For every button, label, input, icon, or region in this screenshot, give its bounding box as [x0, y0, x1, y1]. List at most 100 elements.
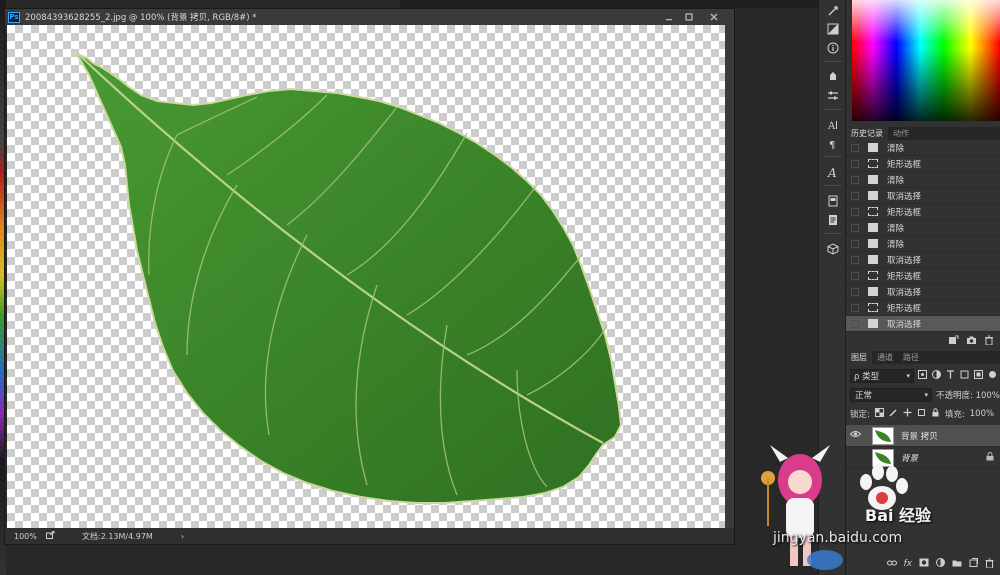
- zoom-level[interactable]: 100%: [14, 532, 42, 541]
- marquee-icon: [868, 271, 878, 280]
- history-item[interactable]: 矩形选框: [846, 204, 1000, 220]
- layer-comps-icon[interactable]: [823, 192, 843, 210]
- history-item[interactable]: 矩形选框: [846, 300, 1000, 316]
- history-item-label: 取消选择: [887, 287, 922, 298]
- color-spectrum[interactable]: [852, 0, 1000, 121]
- shape-filter-icon[interactable]: [960, 370, 969, 382]
- document-window: Ps 20084393628255_2.jpg @ 100% (背景 拷贝, R…: [4, 8, 735, 545]
- lock-position-icon[interactable]: [903, 408, 912, 420]
- layer-filter-label: ρ 类型: [854, 372, 880, 382]
- tool-divider: [824, 156, 842, 157]
- history-checkbox[interactable]: [851, 159, 859, 168]
- document-icon: [868, 223, 878, 232]
- history-checkbox[interactable]: [851, 319, 859, 328]
- tool-divider: [824, 185, 842, 186]
- layers-panel-tabs: 图层 通道 路径: [846, 351, 1000, 364]
- tab-paths[interactable]: 路径: [898, 351, 924, 364]
- paragraph-icon[interactable]: ¶: [823, 135, 843, 153]
- opacity-value[interactable]: 100%: [976, 391, 1000, 401]
- type-filter-icon[interactable]: [946, 370, 955, 382]
- history-checkbox[interactable]: [851, 143, 859, 152]
- share-icon[interactable]: [46, 531, 58, 541]
- close-icon[interactable]: [705, 9, 723, 25]
- document-icon: [868, 255, 878, 264]
- properties-icon[interactable]: [823, 87, 843, 105]
- history-item-label: 清除: [887, 175, 905, 186]
- history-item[interactable]: 取消选择: [846, 188, 1000, 204]
- lock-artboard-icon[interactable]: [917, 408, 926, 420]
- history-checkbox[interactable]: [851, 175, 859, 184]
- adjustments-icon[interactable]: [823, 20, 843, 38]
- history-checkbox[interactable]: [851, 239, 859, 248]
- document-size: 文档:2.13M/4.97M: [82, 531, 153, 541]
- layer-filter-dropdown[interactable]: ρ 类型 ▾: [850, 369, 914, 383]
- history-item-label: 取消选择: [887, 255, 922, 266]
- history-item[interactable]: 取消选择: [846, 284, 1000, 300]
- tool-divider: [824, 61, 842, 62]
- history-item[interactable]: 清除: [846, 220, 1000, 236]
- pixel-filter-icon[interactable]: [918, 370, 927, 382]
- lock-all-icon[interactable]: [931, 408, 940, 420]
- opacity-control[interactable]: 不透明度: 100%: [936, 389, 1000, 401]
- history-checkbox[interactable]: [851, 207, 859, 216]
- fill-value[interactable]: 100%: [970, 409, 994, 419]
- tab-actions[interactable]: 动作: [888, 127, 914, 140]
- document-icon: [868, 175, 878, 184]
- blend-mode-dropdown[interactable]: 正常 ▾: [850, 388, 932, 402]
- image-canvas[interactable]: [7, 25, 726, 539]
- notes-icon[interactable]: [823, 211, 843, 229]
- trash-icon[interactable]: [984, 335, 994, 348]
- tab-history[interactable]: 历史记录: [846, 127, 888, 140]
- history-item-label: 取消选择: [887, 191, 922, 202]
- tab-channels[interactable]: 通道: [872, 351, 898, 364]
- history-checkbox[interactable]: [851, 255, 859, 264]
- tool-divider: [824, 233, 842, 234]
- svg-text:A: A: [827, 121, 836, 131]
- leaf-shape: [72, 48, 623, 504]
- marquee-icon: [868, 207, 878, 216]
- history-item[interactable]: 矩形选框: [846, 268, 1000, 284]
- history-checkbox[interactable]: [851, 287, 859, 296]
- status-bar: 100% 文档:2.13M/4.97M ›: [5, 528, 734, 544]
- svg-text:¶: ¶: [829, 140, 835, 150]
- history-item-label: 矩形选框: [887, 303, 922, 314]
- svg-text:A: A: [827, 166, 837, 178]
- history-item[interactable]: 清除: [846, 172, 1000, 188]
- lock-transparent-icon[interactable]: [874, 408, 884, 420]
- history-item-label: 取消选择: [887, 319, 922, 330]
- marquee-icon: [868, 159, 878, 168]
- history-item[interactable]: 清除: [846, 140, 1000, 156]
- smart-object-filter-icon[interactable]: [974, 370, 983, 382]
- brush-presets-icon[interactable]: [823, 66, 843, 84]
- baidu-jingyan-watermark: Bai 经验 jingyan.baidu.com: [740, 440, 1000, 575]
- canvas-scrollbar[interactable]: [725, 25, 734, 539]
- history-item-label: 矩形选框: [887, 159, 922, 170]
- document-icon: [868, 239, 878, 248]
- glyphs-icon[interactable]: A: [823, 163, 843, 181]
- maximize-icon[interactable]: [680, 9, 698, 25]
- history-brush-icon[interactable]: [823, 2, 843, 20]
- mascot-character-icon: [761, 445, 843, 570]
- status-menu-arrow[interactable]: ›: [181, 532, 184, 541]
- new-document-from-state-icon[interactable]: [948, 335, 959, 348]
- adjustment-filter-icon[interactable]: [932, 370, 941, 382]
- history-item-selected[interactable]: 取消选择: [846, 316, 1000, 332]
- history-checkbox[interactable]: [851, 191, 859, 200]
- history-item[interactable]: 清除: [846, 236, 1000, 252]
- camera-icon[interactable]: [966, 335, 977, 348]
- character-icon[interactable]: A: [823, 116, 843, 134]
- 3d-cube-icon[interactable]: [823, 240, 843, 258]
- info-icon[interactable]: [823, 39, 843, 57]
- history-item[interactable]: 矩形选框: [846, 156, 1000, 172]
- history-checkbox[interactable]: [851, 271, 859, 280]
- chevron-down-icon: ▾: [924, 391, 928, 399]
- filter-toggle-icon[interactable]: [988, 370, 997, 382]
- document-title-bar[interactable]: Ps 20084393628255_2.jpg @ 100% (背景 拷贝, R…: [5, 9, 734, 25]
- history-checkbox[interactable]: [851, 223, 859, 232]
- history-item[interactable]: 取消选择: [846, 252, 1000, 268]
- lock-pixels-icon[interactable]: [889, 408, 898, 420]
- minimize-icon[interactable]: [660, 9, 678, 25]
- history-checkbox[interactable]: [851, 303, 859, 312]
- tab-layers[interactable]: 图层: [846, 351, 872, 364]
- document-icon: [868, 287, 878, 296]
